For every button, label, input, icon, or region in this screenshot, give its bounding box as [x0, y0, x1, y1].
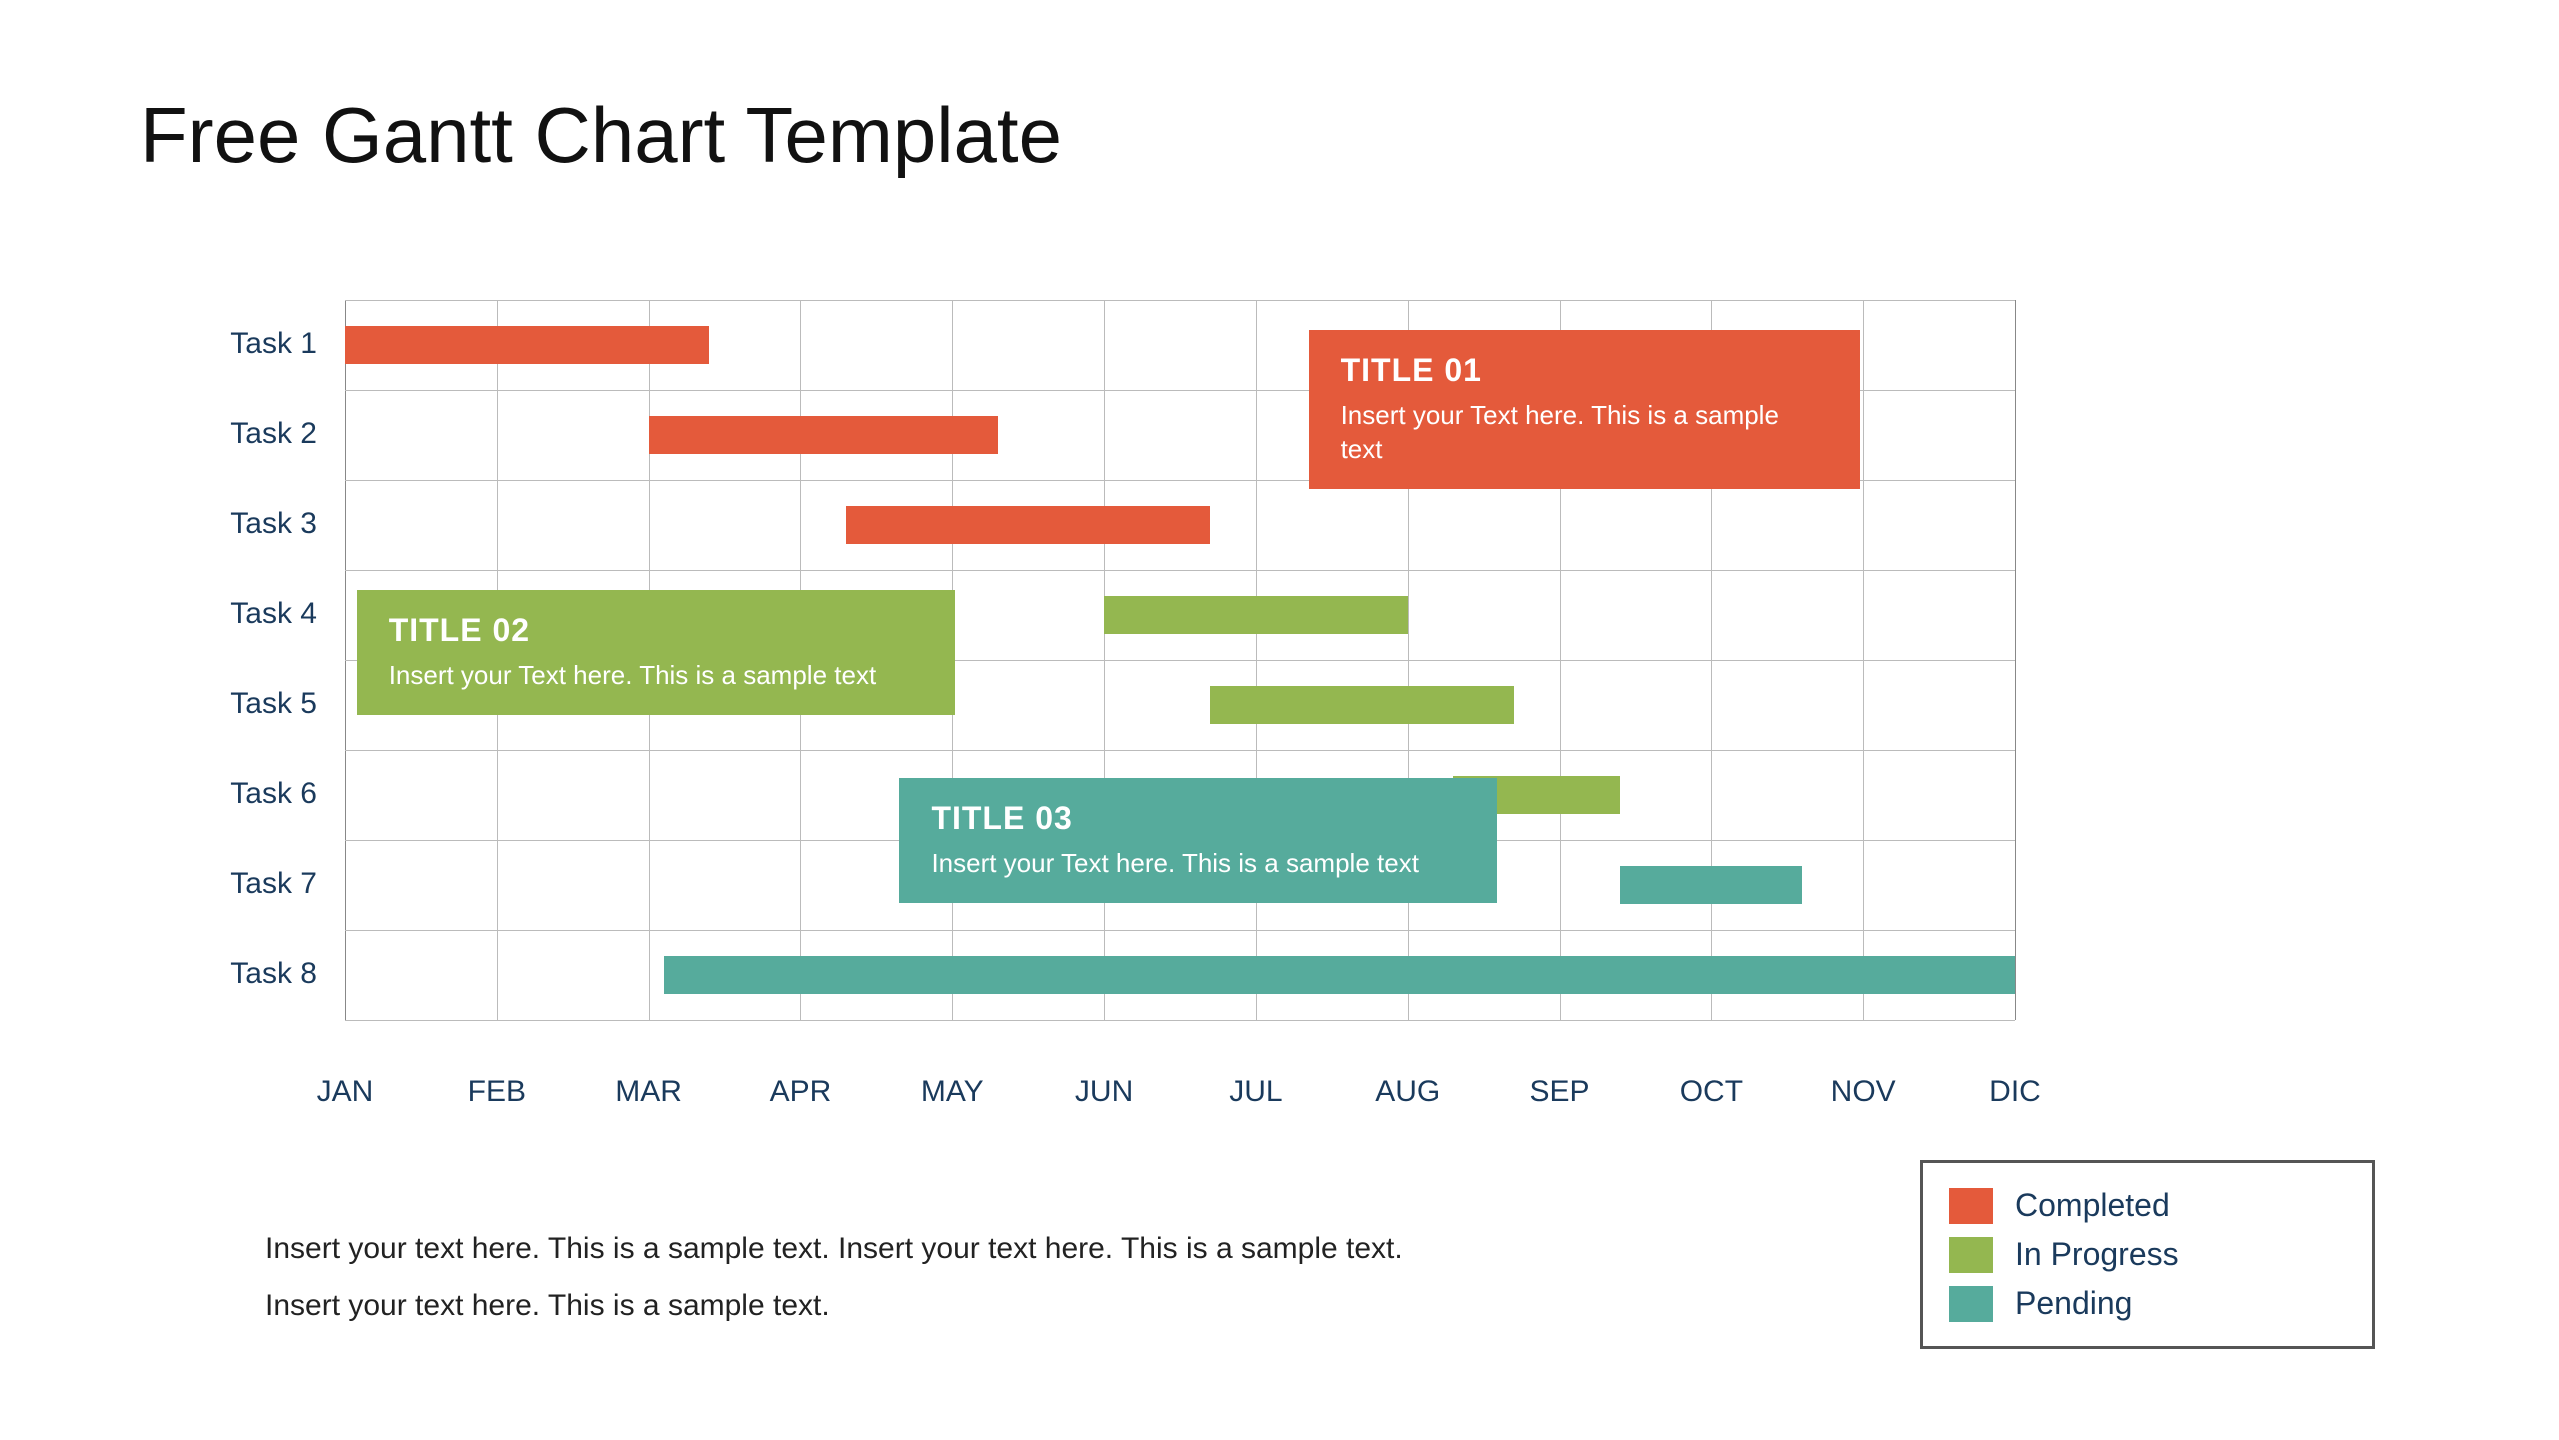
task-label: Task 8	[177, 957, 317, 991]
task-label: Task 7	[177, 867, 317, 901]
callout-box: TITLE 01 Insert your Text here. This is a…	[1309, 330, 1860, 489]
month-label: MAR	[615, 1075, 682, 1109]
gantt-bar	[664, 956, 2015, 994]
callout-box: TITLE 02 Insert your Text here. This is a…	[357, 590, 955, 715]
month-label: MAY	[921, 1075, 984, 1109]
callout-text: Insert your Text here. This is a sample …	[931, 847, 1465, 881]
legend-label: Completed	[2015, 1187, 2170, 1224]
legend-item: In Progress	[1949, 1230, 2346, 1279]
month-label: OCT	[1680, 1075, 1743, 1109]
month-label: NOV	[1831, 1075, 1896, 1109]
legend-label: Pending	[2015, 1285, 2132, 1322]
legend-item: Completed	[1949, 1181, 2346, 1230]
page-title: Free Gantt Chart Template	[140, 90, 1062, 181]
callout-text: Insert your Text here. This is a sample …	[1341, 399, 1828, 467]
gantt-bar	[1620, 866, 1802, 904]
legend-swatch	[1949, 1237, 1993, 1273]
callout-text: Insert your Text here. This is a sample …	[389, 659, 923, 693]
footer-line-2: Insert your text here. This is a sample …	[265, 1277, 1403, 1334]
month-label: JUL	[1229, 1075, 1282, 1109]
month-label: SEP	[1530, 1075, 1590, 1109]
month-label: AUG	[1375, 1075, 1440, 1109]
month-label: APR	[770, 1075, 832, 1109]
task-label: Task 4	[177, 597, 317, 631]
callout-title: TITLE 02	[389, 612, 923, 649]
gantt-chart: TITLE 01 Insert your Text here. This is a…	[345, 300, 2015, 1020]
gantt-bar	[1104, 596, 1408, 634]
gantt-bar	[649, 416, 998, 454]
legend: Completed In Progress Pending	[1920, 1160, 2375, 1349]
callout-box: TITLE 03 Insert your Text here. This is a…	[899, 778, 1497, 903]
gantt-bar	[1210, 686, 1514, 724]
task-label: Task 6	[177, 777, 317, 811]
legend-swatch	[1949, 1188, 1993, 1224]
month-label: FEB	[468, 1075, 526, 1109]
month-label: JAN	[317, 1075, 374, 1109]
gantt-bar	[846, 506, 1210, 544]
legend-item: Pending	[1949, 1279, 2346, 1328]
month-label: JUN	[1075, 1075, 1133, 1109]
callout-title: TITLE 01	[1341, 352, 1828, 389]
legend-swatch	[1949, 1286, 1993, 1322]
footer-text: Insert your text here. This is a sample …	[265, 1220, 1403, 1334]
task-label: Task 2	[177, 417, 317, 451]
gantt-bar	[345, 326, 709, 364]
month-label: DIC	[1989, 1075, 2041, 1109]
legend-label: In Progress	[2015, 1236, 2179, 1273]
footer-line-1: Insert your text here. This is a sample …	[265, 1220, 1403, 1277]
task-label: Task 1	[177, 327, 317, 361]
task-label: Task 3	[177, 507, 317, 541]
task-label: Task 5	[177, 687, 317, 721]
callout-title: TITLE 03	[931, 800, 1465, 837]
